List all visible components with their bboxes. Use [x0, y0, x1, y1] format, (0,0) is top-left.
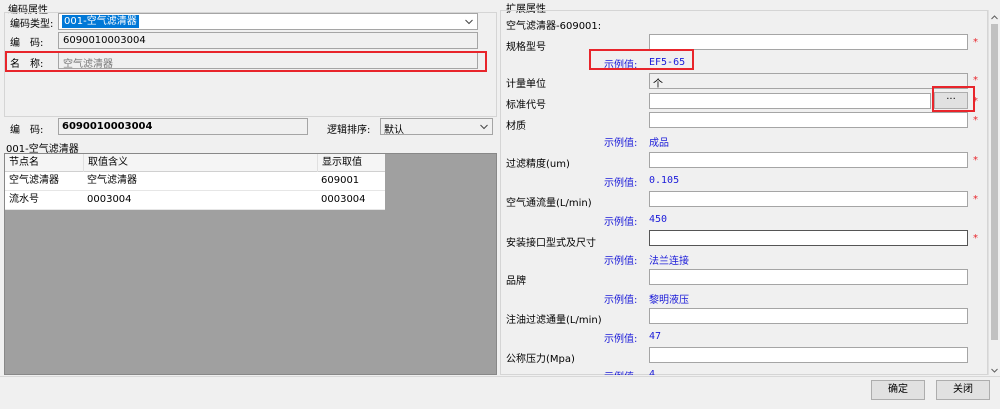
scroll-down-icon[interactable] [991, 365, 998, 373]
cell-node-name: 空气滤清器 [9, 175, 59, 186]
cell-node-name: 流水号 [9, 194, 39, 205]
brand-input[interactable] [649, 269, 968, 285]
unit-input[interactable]: 个 [649, 73, 968, 90]
example-label: 示例值: [604, 256, 638, 267]
footer-bar [0, 376, 1000, 409]
field-label-air-flow: 空气通流量(L/min) [506, 198, 592, 209]
required-mark: * [973, 155, 978, 166]
install-interface-input[interactable] [649, 230, 968, 246]
example-label: 示例值: [604, 295, 638, 306]
example-value-filter-precision: 0.105 [649, 175, 680, 186]
example-label: 示例值: [604, 334, 638, 345]
example-value-nominal-pressure: 4 [649, 369, 656, 375]
required-mark: * [973, 233, 978, 244]
example-label: 示例值: [604, 178, 638, 189]
table-row[interactable]: 流水号 0003004 0003004 [5, 191, 385, 210]
unit-input-value: 个 [653, 79, 663, 90]
column-header-value-meaning[interactable]: 取值含义 [83, 154, 128, 172]
required-mark: * [973, 115, 978, 126]
logic-sort-label: 逻辑排序: [327, 125, 371, 136]
code-type-select[interactable]: 001-空气滤清器 [58, 13, 478, 30]
browse-highlight-box [932, 86, 975, 112]
field-label-oil-filter-flow: 注油过滤通量(L/min) [506, 315, 602, 326]
cell-value-meaning: 0003004 [87, 194, 132, 205]
code-field-2[interactable]: 6090010003004 [58, 118, 308, 135]
code-label: 编 码: [10, 38, 44, 49]
cell-display-value: 609001 [321, 175, 360, 186]
field-label-spec-model: 规格型号 [506, 42, 546, 53]
standard-code-input[interactable] [649, 93, 931, 109]
column-header-node-name[interactable]: 节点名 [5, 154, 39, 172]
required-mark: * [973, 194, 978, 205]
field-label-material: 材质 [506, 121, 526, 132]
field-label-unit: 计量单位 [506, 79, 546, 90]
code-field-value: 6090010003004 [63, 35, 146, 46]
example-label: 示例值: [604, 138, 638, 149]
column-header-display-value[interactable]: 显示取值 [317, 154, 362, 172]
logic-sort-value: 默认 [384, 125, 404, 136]
clipped-example-row: 示例值: 4 [500, 367, 988, 375]
name-highlight-box [5, 51, 487, 72]
example-label: 示例值: [604, 368, 637, 375]
chevron-down-icon[interactable] [461, 14, 477, 29]
spec-model-input[interactable] [649, 34, 968, 50]
example-value-install-interface: 法兰连接 [649, 256, 689, 267]
example-highlight-box [589, 49, 694, 70]
grid-header: 节点名 取值含义 显示取值 [5, 154, 385, 172]
code-type-selected-text: 001-空气滤清器 [62, 15, 139, 28]
required-mark: * [973, 75, 978, 86]
cell-value-meaning: 空气滤清器 [87, 175, 137, 186]
code-type-label: 编码类型: [10, 19, 54, 30]
filter-precision-input[interactable] [649, 152, 968, 168]
cell-display-value: 0003004 [321, 194, 366, 205]
ext-scrollbar[interactable] [988, 10, 999, 375]
chevron-down-icon[interactable] [476, 119, 492, 134]
field-label-brand: 品牌 [506, 276, 526, 287]
scroll-up-icon[interactable] [991, 12, 998, 20]
example-value-brand: 黎明液压 [649, 295, 689, 306]
ok-button[interactable]: 确定 [871, 380, 925, 400]
example-value-air-flow: 450 [649, 214, 668, 225]
table-row[interactable]: 空气滤清器 空气滤清器 609001 [5, 172, 385, 191]
code-field-2-value: 6090010003004 [62, 121, 153, 132]
ext-subtitle: 空气滤清器-609001: [506, 21, 602, 32]
nominal-pressure-input[interactable] [649, 347, 968, 363]
field-label-filter-precision: 过滤精度(um) [506, 159, 570, 170]
node-grid: 节点名 取值含义 显示取值 空气滤清器 空气滤清器 609001 流水号 000… [4, 153, 497, 375]
scroll-thumb[interactable] [991, 24, 998, 340]
example-value-oil-filter-flow: 47 [649, 331, 662, 342]
field-label-install-interface: 安装接口型式及尺寸 [506, 238, 596, 249]
required-mark: * [973, 37, 978, 48]
oil-filter-flow-input[interactable] [649, 308, 968, 324]
close-button[interactable]: 关闭 [936, 380, 990, 400]
air-flow-input[interactable] [649, 191, 968, 207]
material-input[interactable] [649, 112, 968, 128]
code-field[interactable]: 6090010003004 [58, 32, 478, 49]
logic-sort-select[interactable]: 默认 [380, 118, 493, 136]
example-value-material: 成品 [649, 138, 669, 149]
field-label-nominal-pressure: 公称压力(Mpa) [506, 354, 575, 365]
code-label-2: 编 码: [10, 125, 44, 136]
field-label-standard-code: 标准代号 [506, 100, 546, 111]
example-label: 示例值: [604, 217, 638, 228]
required-mark: * [973, 96, 978, 107]
